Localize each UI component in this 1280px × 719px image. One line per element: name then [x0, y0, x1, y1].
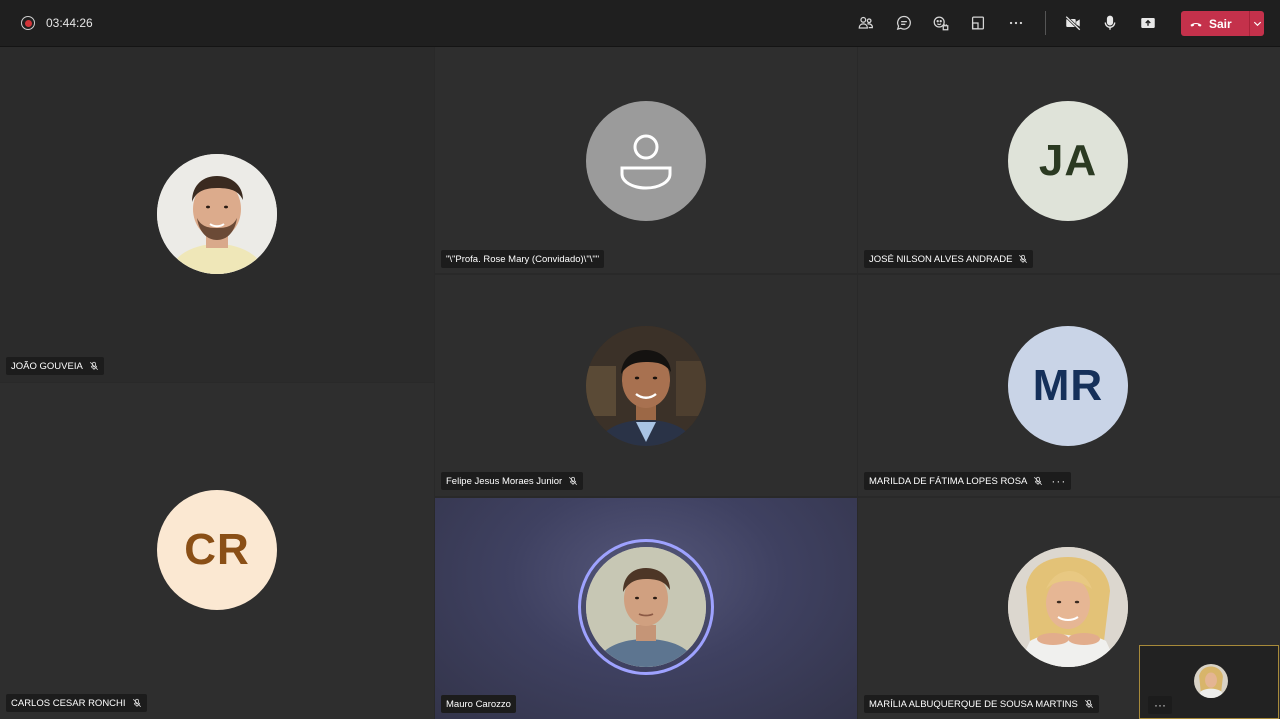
leave-label: Sair — [1209, 16, 1232, 31]
participant-nameplate: Mauro Carozzo — [441, 695, 516, 713]
mic-off-icon — [1018, 254, 1028, 264]
mic-off-icon — [1033, 476, 1043, 486]
participant-name: MARILDA DE FÁTIMA LOPES ROSA — [869, 475, 1028, 487]
participant-tile[interactable]: Felipe Jesus Moraes Junior — [435, 275, 857, 496]
participant-tile[interactable]: MR MARILDA DE FÁTIMA LOPES ROSA ··· — [858, 275, 1280, 496]
participant-photo — [586, 326, 706, 446]
share-screen-icon[interactable] — [1136, 11, 1160, 35]
participant-name: JOSÉ NILSON ALVES ANDRADE — [869, 253, 1013, 265]
participant-name: Felipe Jesus Moraes Junior — [446, 475, 563, 487]
participant-more-options[interactable]: ··· — [1051, 475, 1066, 487]
participant-tile[interactable]: CR CARLOS CESAR RONCHI — [0, 383, 434, 719]
hang-up-icon — [1190, 22, 1202, 27]
people-icon[interactable] — [854, 11, 878, 35]
participant-initials-avatar: JA — [1008, 101, 1128, 221]
recording-icon — [21, 16, 35, 30]
participant-photo — [157, 154, 277, 274]
mic-off-icon — [568, 476, 578, 486]
participant-nameplate: JOSÉ NILSON ALVES ANDRADE — [864, 250, 1034, 268]
chat-icon[interactable] — [892, 11, 916, 35]
participant-name: Mauro Carozzo — [446, 698, 511, 710]
leave-button[interactable]: Sair — [1181, 11, 1264, 36]
participant-name: MARÍLIA ALBUQUERQUE DE SOUSA MARTINS — [869, 698, 1078, 710]
self-view-more-button[interactable]: ··· — [1148, 696, 1172, 714]
participant-tile[interactable]: JOÃO GOUVEIA — [0, 47, 434, 382]
participant-nameplate: CARLOS CESAR RONCHI — [6, 694, 147, 712]
participant-initials-avatar: CR — [157, 490, 277, 610]
participant-nameplate: Felipe Jesus Moraes Junior — [441, 472, 584, 490]
participant-tile-speaking[interactable]: Mauro Carozzo — [435, 498, 857, 719]
leave-main[interactable]: Sair — [1181, 17, 1249, 31]
self-avatar — [1194, 664, 1228, 698]
self-view[interactable]: ··· — [1139, 645, 1279, 719]
layout-icon[interactable] — [966, 11, 990, 35]
reactions-icon[interactable] — [929, 11, 953, 35]
participant-tile[interactable]: "\"Profa. Rose Mary (Convidado)\"\"" — [435, 47, 857, 273]
participant-photo — [1008, 547, 1128, 667]
participant-photo — [586, 547, 706, 667]
mic-off-icon — [89, 361, 99, 371]
meeting-toolbar: 03:44:26 Sair — [0, 0, 1280, 47]
mic-off-icon — [132, 698, 142, 708]
participant-name: CARLOS CESAR RONCHI — [11, 697, 126, 709]
participant-initials-avatar: MR — [1008, 326, 1128, 446]
participant-name: "\"Profa. Rose Mary (Convidado)\"\"" — [446, 253, 600, 265]
participant-nameplate: "\"Profa. Rose Mary (Convidado)\"\"" — [441, 250, 605, 268]
toolbar-divider — [1045, 11, 1046, 35]
participant-nameplate: JOÃO GOUVEIA — [6, 357, 104, 375]
camera-off-icon[interactable] — [1061, 11, 1085, 35]
participant-tile[interactable]: JA JOSÉ NILSON ALVES ANDRADE — [858, 47, 1280, 273]
participant-name: JOÃO GOUVEIA — [11, 360, 83, 372]
more-icon[interactable] — [1004, 11, 1028, 35]
meeting-timer: 03:44:26 — [46, 16, 93, 30]
mic-off-icon — [1084, 699, 1094, 709]
generic-person-icon — [586, 101, 706, 221]
microphone-icon[interactable] — [1098, 11, 1122, 35]
participant-nameplate: MARÍLIA ALBUQUERQUE DE SOUSA MARTINS — [864, 695, 1099, 713]
participant-nameplate: MARILDA DE FÁTIMA LOPES ROSA ··· — [864, 472, 1072, 490]
chevron-down-icon[interactable] — [1250, 18, 1264, 29]
